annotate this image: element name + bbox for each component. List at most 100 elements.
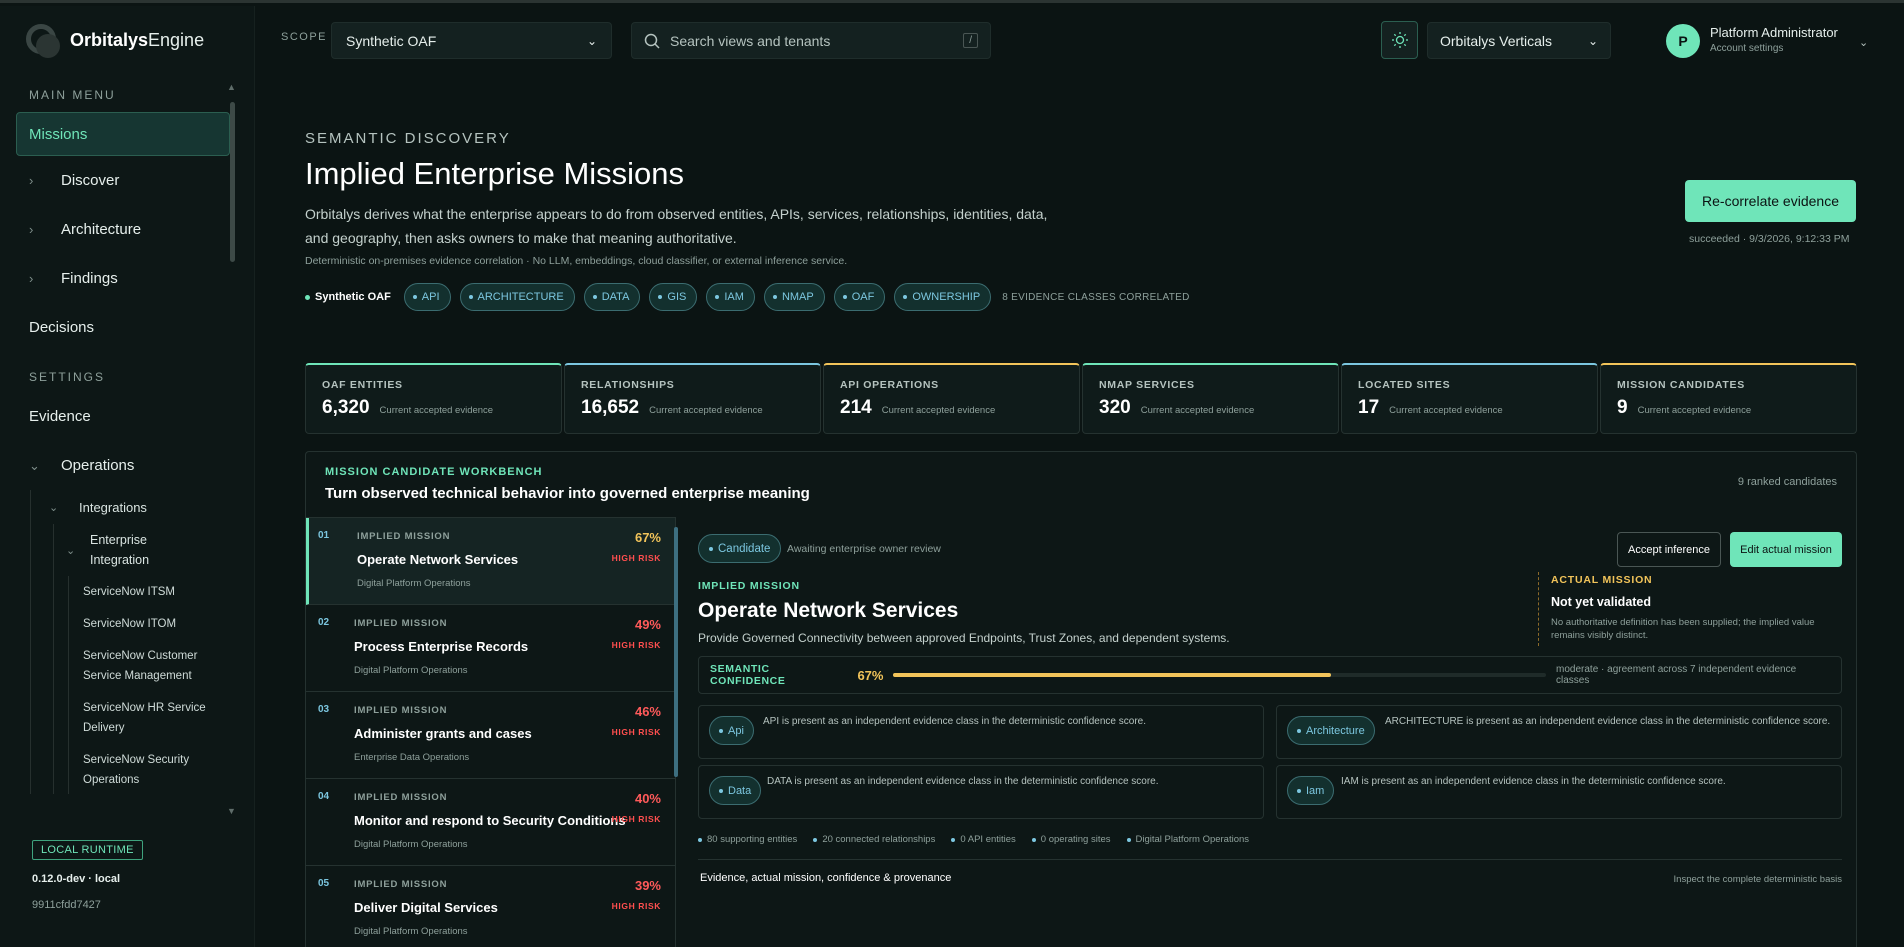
recorrelate-evidence-button[interactable]: Re-correlate evidence bbox=[1685, 180, 1856, 222]
risk-badge: HIGH RISK bbox=[611, 901, 661, 911]
candidate-item[interactable]: 04 IMPLIED MISSION Monitor and respond t… bbox=[306, 779, 675, 866]
mission-workbench: MISSION CANDIDATE WORKBENCH Turn observe… bbox=[305, 451, 1857, 947]
status-dot-icon bbox=[305, 294, 310, 300]
evidence-chip-ownership[interactable]: OWNERSHIP bbox=[894, 283, 992, 311]
sidebar-item-findings[interactable]: › Findings bbox=[0, 254, 240, 303]
sidebar-item-missions[interactable]: Missions bbox=[16, 112, 230, 156]
candidate-rank: 02 bbox=[318, 617, 330, 628]
candidate-org: Digital Platform Operations bbox=[357, 578, 471, 589]
sidebar-item-evidence[interactable]: Evidence bbox=[0, 392, 240, 441]
avatar[interactable]: P bbox=[1666, 24, 1700, 58]
sidebar-leaf-servicenow-hr[interactable]: ServiceNow HR Service Delivery bbox=[83, 690, 218, 742]
evidence-chip-architecture[interactable]: ARCHITECTURE bbox=[459, 283, 575, 311]
evidence-pill[interactable]: Api bbox=[709, 716, 754, 745]
sidebar-item-decisions[interactable]: Decisions bbox=[0, 303, 240, 352]
evidence-chip-iam[interactable]: IAM bbox=[706, 283, 755, 311]
candidate-org: Digital Platform Operations bbox=[354, 839, 468, 850]
sidebar-leaf-servicenow-itom[interactable]: ServiceNow ITOM bbox=[83, 606, 218, 638]
semantic-confidence-bar: SEMANTIC CONFIDENCE 67% moderate · agree… bbox=[698, 656, 1842, 694]
candidate-item[interactable]: 01 IMPLIED MISSION Operate Network Servi… bbox=[306, 518, 675, 605]
stat-card-relationships: RELATIONSHIPS 16,652 Current accepted evid… bbox=[564, 363, 821, 434]
scope-label: SCOPE bbox=[281, 31, 328, 43]
chip-label: API bbox=[421, 291, 440, 303]
scroll-up-icon[interactable]: ▲ bbox=[227, 82, 236, 92]
sidebar-scrollbar[interactable] bbox=[230, 102, 235, 262]
candidate-kind: IMPLIED MISSION bbox=[357, 531, 451, 542]
evidence-pill[interactable]: Data bbox=[709, 776, 762, 805]
evidence-pill[interactable]: Architecture bbox=[1287, 716, 1375, 745]
candidate-rank: 03 bbox=[318, 704, 330, 715]
evidence-card-api: Api API is present as an independent evi… bbox=[698, 705, 1264, 759]
sun-icon bbox=[1391, 32, 1408, 48]
account-settings-link[interactable]: Account settings bbox=[1710, 43, 1783, 54]
candidate-kind: IMPLIED MISSION bbox=[354, 792, 448, 803]
sidebar-leaf-servicenow-csm[interactable]: ServiceNow Customer Service Management bbox=[83, 638, 218, 690]
evidence-chip-api[interactable]: API bbox=[403, 283, 451, 311]
chevron-down-icon[interactable]: ⌄ bbox=[1859, 36, 1868, 49]
settings-heading: SETTINGS bbox=[29, 370, 106, 384]
sidebar-item-architecture[interactable]: › Architecture bbox=[0, 205, 240, 254]
inspect-basis-link[interactable]: Inspect the complete deterministic basis bbox=[1674, 874, 1842, 885]
scope-select[interactable]: Synthetic OAF ⌄ bbox=[331, 22, 612, 59]
candidate-item[interactable]: 03 IMPLIED MISSION Administer grants and… bbox=[306, 692, 675, 779]
evidence-chip-gis[interactable]: GIS bbox=[649, 283, 698, 311]
risk-badge: HIGH RISK bbox=[611, 727, 661, 737]
sidebar-item-enterprise-integration[interactable]: ⌄ Enterprise Integration bbox=[54, 524, 240, 576]
stat-card-mission-candidates: MISSION CANDIDATES 9 Current accepted evid… bbox=[1600, 363, 1857, 434]
scroll-down-icon[interactable]: ▼ bbox=[227, 806, 236, 816]
sidebar-leaf-servicenow-secops[interactable]: ServiceNow Security Operations bbox=[83, 742, 218, 794]
stat-card-nmap-services: NMAP SERVICES 320 Current accepted evidenc… bbox=[1082, 363, 1339, 434]
stat-value: 16,652 bbox=[581, 397, 640, 418]
candidate-rank: 01 bbox=[318, 530, 330, 541]
sidebar-item-operations[interactable]: ⌄ Operations bbox=[0, 441, 240, 490]
evidence-text: ARCHITECTURE is present as an independen… bbox=[1385, 716, 1831, 727]
chip-label: GIS bbox=[667, 291, 687, 303]
search-box[interactable]: / bbox=[631, 22, 991, 59]
candidate-list-scrollbar[interactable] bbox=[674, 517, 678, 947]
candidate-org: Digital Platform Operations bbox=[354, 665, 468, 676]
theme-toggle-button[interactable] bbox=[1381, 21, 1418, 59]
evidence-card-iam: Iam IAM is present as an independent evi… bbox=[1276, 765, 1842, 819]
edit-actual-mission-button[interactable]: Edit actual mission bbox=[1730, 532, 1842, 567]
search-input[interactable] bbox=[670, 32, 964, 49]
chevron-right-icon: › bbox=[29, 173, 34, 188]
evidence-class-count: 8 EVIDENCE CLASSES CORRELATED bbox=[1002, 291, 1190, 303]
candidate-kind: IMPLIED MISSION bbox=[354, 879, 448, 890]
sidebar-item-integrations[interactable]: ⌄ Integrations bbox=[31, 490, 240, 524]
stat-value: 320 bbox=[1099, 397, 1131, 418]
candidate-kind: IMPLIED MISSION bbox=[354, 705, 448, 716]
sidebar-leaf-servicenow-itsm[interactable]: ServiceNow ITSM bbox=[83, 576, 218, 606]
candidate-confidence: 49% bbox=[634, 617, 661, 632]
provenance-section-toggle[interactable]: Evidence, actual mission, confidence & p… bbox=[700, 872, 951, 884]
evidence-chip-nmap[interactable]: NMAP bbox=[763, 283, 825, 311]
chip-label: ARCHITECTURE bbox=[477, 291, 564, 303]
sidebar-item-discover[interactable]: › Discover bbox=[0, 156, 240, 205]
accept-inference-button[interactable]: Accept inference bbox=[1617, 532, 1721, 567]
confidence-percent: 67% bbox=[857, 667, 884, 683]
meta-operating-sites: 0 operating sites bbox=[1031, 834, 1111, 845]
candidate-item[interactable]: 02 IMPLIED MISSION Process Enterprise Re… bbox=[306, 605, 675, 692]
meta-text: 0 API entities bbox=[960, 834, 1016, 845]
brand-logo[interactable]: OrbitalysEngine bbox=[24, 22, 204, 58]
confidence-fill bbox=[893, 673, 1331, 677]
stat-caption: Current accepted evidence bbox=[649, 405, 763, 416]
risk-badge: HIGH RISK bbox=[611, 553, 661, 563]
stat-label: API OPERATIONS bbox=[840, 379, 939, 391]
candidate-item[interactable]: 05 IMPLIED MISSION Deliver Digital Servi… bbox=[306, 866, 675, 947]
evidence-chip-oaf[interactable]: OAF bbox=[833, 283, 886, 311]
brand-suffix: Engine bbox=[148, 29, 205, 50]
actual-mission-note: No authoritative definition has been sup… bbox=[1551, 617, 1815, 641]
evidence-chip-data[interactable]: DATA bbox=[583, 283, 641, 311]
stat-label: LOCATED SITES bbox=[1358, 379, 1451, 391]
user-name[interactable]: Platform Administrator bbox=[1710, 25, 1838, 40]
vertical-select[interactable]: Orbitalys Verticals ⌄ bbox=[1427, 22, 1611, 59]
stat-value: 9 bbox=[1617, 397, 1628, 418]
actual-mission-panel: ACTUAL MISSION Not yet validated No auth… bbox=[1538, 572, 1843, 646]
sidebar-item-label: Enterprise Integration bbox=[90, 533, 150, 567]
sidebar-item-label: Architecture bbox=[61, 221, 142, 238]
candidate-metadata: 80 supporting entities 20 connected rela… bbox=[698, 834, 1249, 845]
chevron-right-icon: › bbox=[29, 222, 34, 237]
meta-supporting-entities: 80 supporting entities bbox=[698, 834, 797, 845]
risk-badge: HIGH RISK bbox=[611, 640, 661, 650]
evidence-pill[interactable]: Iam bbox=[1287, 776, 1335, 805]
